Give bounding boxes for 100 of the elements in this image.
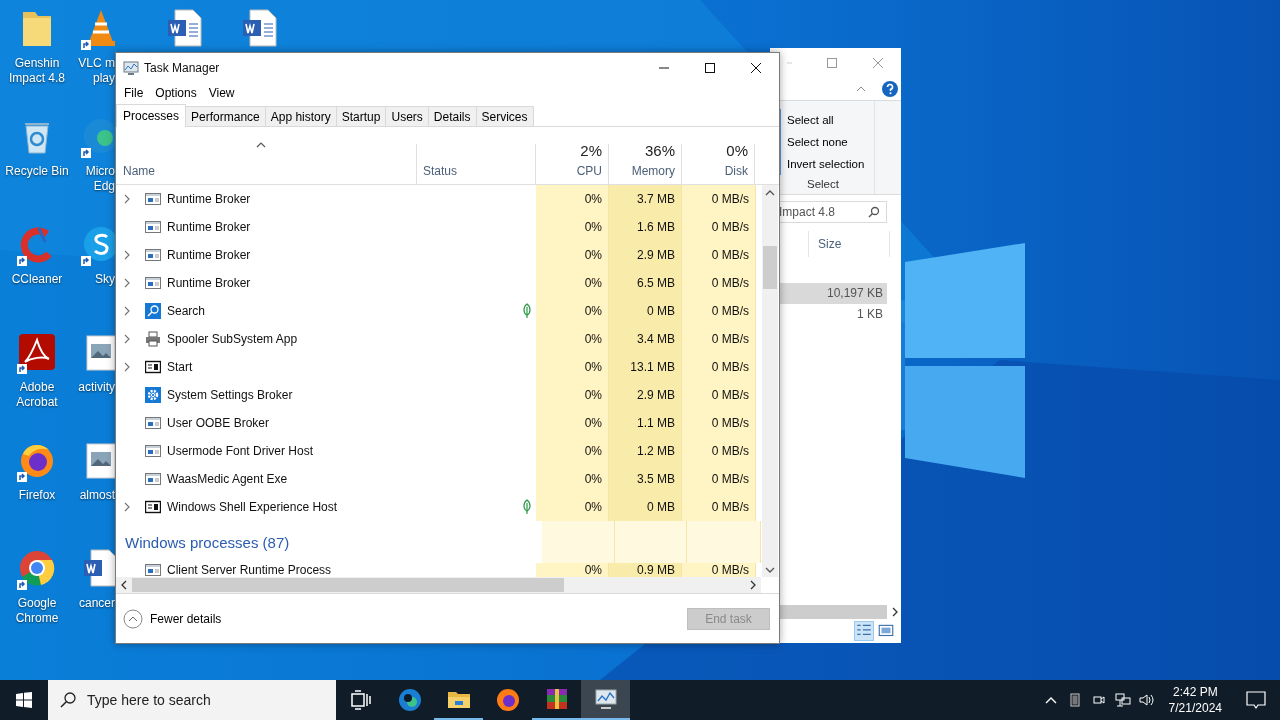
disk-cell: 0 MB/s — [682, 325, 756, 353]
process-name: Runtime Broker — [167, 220, 251, 234]
scroll-thumb[interactable] — [132, 578, 564, 592]
process-row[interactable]: Runtime Broker 0% 3.7 MB 0 MB/s — [116, 185, 761, 213]
taskbar-search-field[interactable]: Type here to search — [48, 680, 336, 720]
window-icon — [145, 499, 161, 515]
window-icon — [145, 415, 161, 431]
memory-cell: 1.2 MB — [609, 437, 682, 465]
skype-icon[interactable] — [81, 224, 115, 264]
disk-cell: 0 MB/s — [682, 409, 756, 437]
process-row[interactable]: Start 0% 13.1 MB 0 MB/s — [116, 353, 761, 381]
maximize-icon[interactable] — [827, 58, 837, 68]
process-row[interactable]: Runtime Broker 0% 2.9 MB 0 MB/s — [116, 241, 761, 269]
sort-caret-icon[interactable] — [256, 142, 266, 148]
chrome-icon[interactable] — [17, 548, 57, 588]
search-icon — [868, 206, 880, 218]
menu-item[interactable]: File — [118, 86, 150, 100]
memory-cell: 0.9 MB — [609, 563, 682, 577]
tab[interactable]: App history — [264, 106, 337, 126]
scroll-up-icon[interactable] — [765, 190, 775, 196]
disk-cell: 0 MB/s — [682, 185, 756, 213]
process-row[interactable]: Runtime Broker 0% 6.5 MB 0 MB/s — [116, 269, 761, 297]
expand-chevron-icon[interactable] — [124, 334, 130, 344]
process-row[interactable]: Runtime Broker 0% 1.6 MB 0 MB/s — [116, 213, 761, 241]
usage-total: 0% — [726, 142, 748, 159]
scroll-right-icon[interactable] — [892, 606, 898, 617]
memory-cell: 3.5 MB — [609, 465, 682, 493]
close-icon[interactable] — [873, 58, 883, 68]
help-icon[interactable] — [882, 81, 898, 97]
expand-chevron-icon[interactable] — [124, 502, 130, 512]
column-header[interactable]: Name — [123, 164, 155, 178]
window-icon — [145, 219, 161, 235]
scroll-down-icon[interactable] — [765, 567, 775, 573]
expand-chevron-icon[interactable] — [124, 278, 130, 288]
memory-cell: 1.6 MB — [609, 213, 682, 241]
memory-cell: 3.7 MB — [609, 185, 682, 213]
menu-item[interactable]: Options — [149, 86, 203, 100]
tab[interactable]: Performance — [185, 106, 266, 126]
window-icon — [145, 275, 161, 291]
scroll-left-icon[interactable] — [121, 580, 127, 590]
tab[interactable]: Details — [427, 106, 477, 126]
column-header[interactable]: CPU — [576, 164, 602, 178]
acrobat-icon[interactable] — [17, 332, 57, 372]
word-document-icon[interactable] — [165, 8, 205, 48]
menu-item[interactable]: View — [202, 86, 241, 100]
column-header[interactable]: Memory — [631, 164, 675, 178]
horizontal-scrollbar[interactable] — [116, 577, 761, 593]
vertical-scrollbar[interactable] — [762, 185, 778, 577]
tab[interactable]: Processes — [116, 104, 187, 127]
cpu-cell: 0% — [536, 465, 609, 493]
clock[interactable]: 2:42 PM 7/21/2024 — [1166, 684, 1224, 716]
process-row[interactable]: User OOBE Broker 0% 1.1 MB 0 MB/s — [116, 409, 761, 437]
process-name: Spooler SubSystem App — [167, 332, 298, 346]
group-heading: Windows processes (87) — [125, 533, 290, 551]
expand-chevron-icon[interactable] — [124, 194, 130, 204]
file-size-cell[interactable]: 10,197 KB — [779, 283, 887, 304]
notifications-icon[interactable] — [1246, 690, 1266, 710]
process-name: System Settings Broker — [167, 388, 293, 402]
process-row[interactable]: Spooler SubSystem App 0% 3.4 MB 0 MB/s — [116, 325, 761, 353]
process-row[interactable]: WaasMedic Agent Exe 0% 3.5 MB 0 MB/s — [116, 465, 761, 493]
disk-cell: 0 MB/s — [682, 213, 756, 241]
volume-icon[interactable] — [1138, 692, 1155, 708]
column-header[interactable]: Disk — [724, 164, 748, 178]
cpu-cell: 0% — [536, 493, 609, 521]
process-row[interactable]: Windows Shell Experience Host 0% 0 MB 0 MB/s — [116, 493, 761, 521]
taskmgr-taskbar-button[interactable] — [581, 680, 630, 720]
process-row[interactable]: Search 0% 0 MB 0 MB/s — [116, 297, 761, 325]
process-row[interactable]: System Settings Broker 0% 2.9 MB 0 MB/s — [116, 381, 761, 409]
word-icon[interactable] — [81, 548, 115, 588]
task-manager-icon — [593, 687, 618, 711]
fewer-details-button[interactable]: Fewer details — [123, 608, 222, 629]
disk-cell: 0 MB/s — [682, 381, 756, 409]
firefox-icon — [495, 688, 520, 712]
process-name: Search — [167, 304, 206, 318]
details-view-icon[interactable] — [855, 622, 873, 640]
tab[interactable]: Startup — [335, 106, 387, 126]
expand-chevron-icon[interactable] — [124, 362, 130, 372]
printer-icon — [145, 331, 161, 347]
icon-label: VLC m — [78, 56, 115, 71]
cpu-cell: 0% — [536, 241, 609, 269]
column-header[interactable]: Status — [423, 164, 458, 178]
column-header[interactable]: Size — [808, 231, 890, 257]
icon-label: Firefox — [18, 488, 56, 503]
shortcut-arrow-icon — [17, 472, 27, 482]
disk-cell: 0 MB/s — [682, 563, 756, 577]
tab[interactable]: Services — [475, 106, 534, 126]
tab[interactable]: Users — [385, 106, 429, 126]
expand-chevron-icon[interactable] — [124, 250, 130, 260]
memory-cell: 6.5 MB — [609, 269, 682, 297]
network-icon[interactable] — [1114, 692, 1131, 708]
cpu-cell: 0% — [536, 409, 609, 437]
collapse-ribbon-icon[interactable] — [856, 86, 866, 92]
scroll-right-icon[interactable] — [750, 580, 756, 590]
scroll-thumb[interactable] — [763, 246, 777, 289]
expand-chevron-icon[interactable] — [124, 306, 130, 316]
search-field[interactable]: Impact 4.8 — [779, 201, 887, 223]
process-row[interactable]: Usermode Font Driver Host 0% 1.2 MB 0 MB/s — [116, 437, 761, 465]
word-document-icon[interactable] — [240, 8, 280, 48]
cpu-cell: 0% — [536, 269, 609, 297]
file-size-cell[interactable]: 1 KB — [779, 304, 887, 325]
